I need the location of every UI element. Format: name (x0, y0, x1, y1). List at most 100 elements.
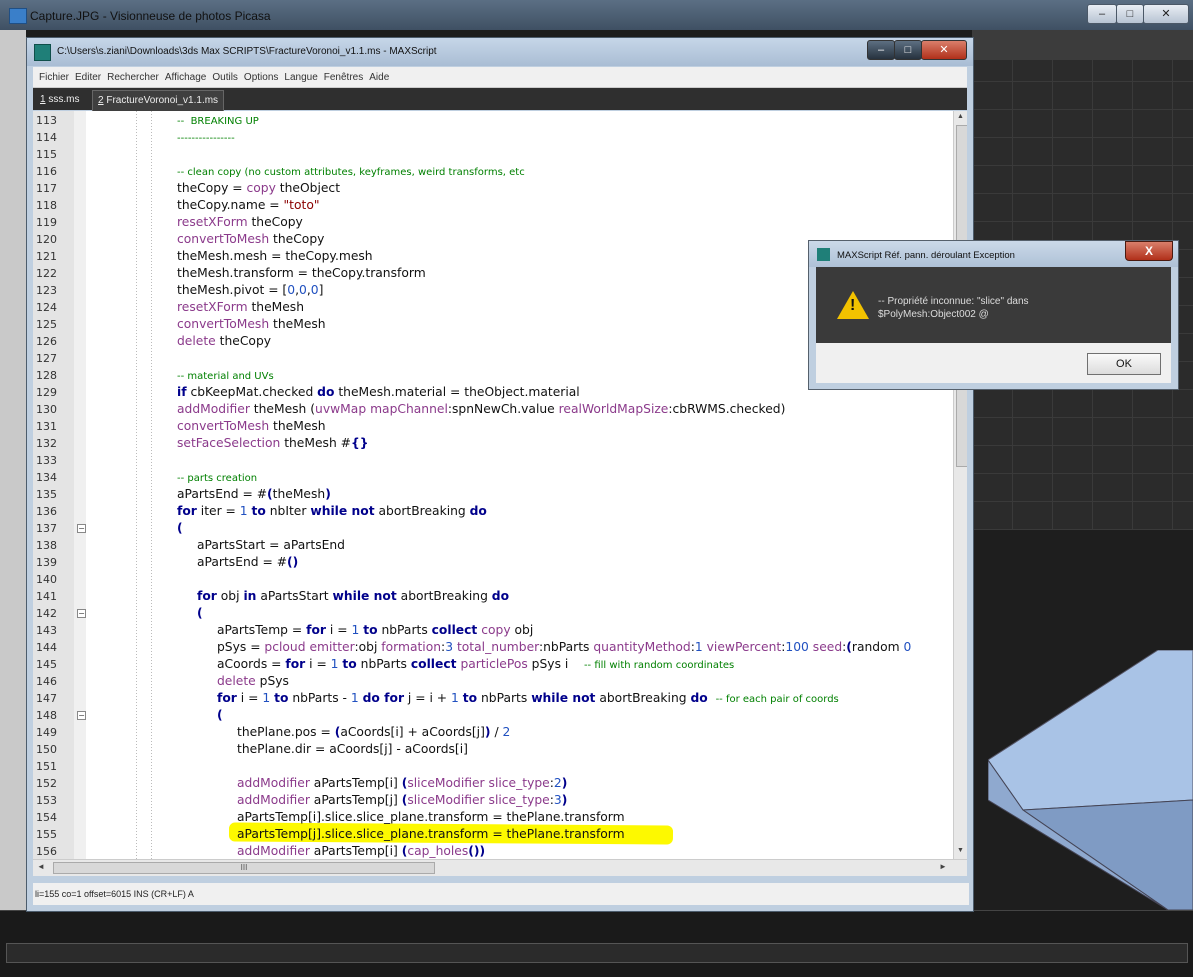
code-token: if (177, 385, 187, 399)
code-line[interactable]: 147 for i = 1 to nbParts - 1 do for j = i… (33, 690, 967, 707)
code-line[interactable]: 115 (33, 146, 967, 163)
menu-item-editer[interactable]: Editer (75, 72, 101, 83)
menu-item-outils[interactable]: Outils (212, 72, 238, 83)
code-line[interactable]: 130 addModifier theMesh (uvwMap mapChanne… (33, 401, 967, 418)
code-line[interactable]: 117 theCopy = copy theObject (33, 180, 967, 197)
code-token: abortBreaking (374, 504, 470, 518)
editor-minimize-button[interactable]: – (867, 40, 895, 60)
picasa-app-icon (9, 8, 27, 24)
menu-item-fenêtres[interactable]: Fenêtres (324, 72, 363, 83)
scroll-up-icon[interactable]: ▲ (957, 113, 964, 120)
dialog-title-bar: MAXScript Réf. pann. déroulant Exception… (809, 241, 1178, 267)
code-line[interactable]: 114 ---------------- (33, 129, 967, 146)
code-token: sliceModifier (407, 793, 485, 807)
code-token: 1 (239, 504, 248, 518)
code-line[interactable]: 131 convertToMesh theMesh (33, 418, 967, 435)
code-line[interactable]: 113 -- BREAKING UP (33, 112, 967, 129)
code-text: for i = 1 to nbParts - 1 do for j = i + … (217, 690, 839, 708)
code-token: do (317, 385, 335, 399)
code-line[interactable]: 150 thePlane.dir = aCoords[j] - aCoords[i… (33, 741, 967, 758)
code-line[interactable]: 145 aCoords = for i = 1 to nbParts collec… (33, 656, 967, 673)
code-text: aPartsEnd = #(theMesh) (177, 486, 331, 503)
fold-toggle-icon[interactable]: − (77, 524, 86, 533)
dialog-body: ! -- Propriété inconnue: "slice" dans $P… (816, 267, 1171, 343)
code-text: addModifier aPartsTemp[j] (sliceModifier… (237, 792, 567, 809)
fold-toggle-icon[interactable]: − (77, 609, 86, 618)
code-line[interactable]: 151 (33, 758, 967, 775)
line-number: 132 (36, 437, 57, 450)
menu-item-aide[interactable]: Aide (369, 72, 389, 83)
code-line[interactable]: 138 aPartsStart = aPartsEnd (33, 537, 967, 554)
code-line[interactable]: 137 − ( (33, 520, 967, 537)
scroll-right-icon[interactable]: ► (939, 862, 947, 871)
code-line[interactable]: 156 addModifier aPartsTemp[i] (cap_holes(… (33, 843, 967, 859)
line-number: 121 (36, 250, 57, 263)
code-line[interactable]: 118 theCopy.name = "toto" (33, 197, 967, 214)
code-token: aPartsStart = aPartsEnd (197, 538, 345, 552)
picasa-close-button[interactable]: ✕ (1143, 4, 1189, 24)
scroll-left-icon[interactable]: ◄ (37, 862, 45, 871)
code-line[interactable]: 144 pSys = pcloud emitter:obj formation:3… (33, 639, 967, 656)
code-line[interactable]: 154 aPartsTemp[i].slice.slice_plane.trans… (33, 809, 967, 826)
code-line[interactable]: 119 resetXForm theCopy (33, 214, 967, 231)
code-token: theMesh.transform = theCopy.transform (177, 266, 426, 280)
code-line[interactable]: 155 aPartsTemp[j].slice.slice_plane.trans… (33, 826, 967, 843)
code-line[interactable]: 116 -- clean copy (no custom attributes, … (33, 163, 967, 180)
picasa-minimize-button[interactable]: – (1087, 4, 1117, 24)
menu-item-affichage[interactable]: Affichage (165, 72, 207, 83)
code-line[interactable]: 135 aPartsEnd = #(theMesh) (33, 486, 967, 503)
menu-item-options[interactable]: Options (244, 72, 278, 83)
horizontal-scrollbar[interactable]: ◄ III ► (33, 859, 967, 876)
editor-maximize-button[interactable]: □ (894, 40, 922, 60)
code-token: pSys = (217, 640, 265, 654)
editor-close-button[interactable]: ✕ (921, 40, 967, 60)
code-token: abortBreaking (396, 589, 492, 603)
tab-sss-ms[interactable]: 1 sss.ms (35, 90, 84, 110)
code-line[interactable]: 132 setFaceSelection theMesh #{} (33, 435, 967, 452)
code-token: theCopy (247, 215, 303, 229)
blue-box-3d (988, 650, 1193, 910)
code-line[interactable]: 141 for obj in aPartsStart while not abor… (33, 588, 967, 605)
code-line[interactable]: 148 − ( (33, 707, 967, 724)
vertical-scrollbar[interactable]: ▲ ▼ (953, 111, 967, 859)
menu-item-fichier[interactable]: Fichier (39, 72, 69, 83)
ok-button[interactable]: OK (1087, 353, 1161, 375)
code-token: seed (812, 640, 843, 654)
menu-item-rechercher[interactable]: Rechercher (107, 72, 159, 83)
code-token: ( (217, 708, 223, 722)
code-token: aPartsTemp[i] (309, 844, 402, 858)
code-token: aPartsStart (256, 589, 333, 603)
line-number: 154 (36, 811, 57, 824)
code-text: theMesh.transform = theCopy.transform (177, 265, 426, 282)
scroll-down-icon[interactable]: ▼ (957, 847, 964, 854)
code-line[interactable]: 133 (33, 452, 967, 469)
code-line[interactable]: 142 − ( (33, 605, 967, 622)
code-token: -- BREAKING UP (177, 116, 259, 127)
fold-toggle-icon[interactable]: − (77, 711, 86, 720)
code-line[interactable]: 143 aPartsTemp = for i = 1 to nbParts col… (33, 622, 967, 639)
code-token: 1 (350, 691, 359, 705)
tab-fracturevoronoi-ms[interactable]: 2 FractureVoronoi_v1.1.ms (92, 90, 225, 111)
code-line[interactable]: 146 delete pSys (33, 673, 967, 690)
dialog-close-button[interactable]: X (1125, 241, 1173, 261)
horizontal-scroll-thumb[interactable]: III (53, 862, 435, 874)
code-line[interactable]: 139 aPartsEnd = #() (33, 554, 967, 571)
code-token: nbIter (265, 504, 311, 518)
code-line[interactable]: 153 addModifier aPartsTemp[j] (sliceModif… (33, 792, 967, 809)
code-token: theMesh.pivot = [ (177, 283, 288, 297)
menu-item-langue[interactable]: Langue (284, 72, 317, 83)
warning-icon: ! (837, 291, 869, 319)
code-line[interactable]: 152 addModifier aPartsTemp[i] (sliceModif… (33, 775, 967, 792)
code-line[interactable]: 136 for iter = 1 to nbIter while not abor… (33, 503, 967, 520)
line-number: 119 (36, 216, 57, 229)
picasa-maximize-button[interactable]: □ (1116, 4, 1144, 24)
line-number: 144 (36, 641, 57, 654)
code-token: theCopy.name = (177, 198, 284, 212)
code-line[interactable]: 140 (33, 571, 967, 588)
code-token: :obj (354, 640, 382, 654)
code-line[interactable]: 134 -- parts creation (33, 469, 967, 486)
code-token: nbParts (356, 657, 411, 671)
code-editor-area[interactable]: 113 -- BREAKING UP 114 ---------------- 115 1… (33, 111, 967, 859)
code-line[interactable]: 149 thePlane.pos = (aCoords[i] + aCoords[… (33, 724, 967, 741)
